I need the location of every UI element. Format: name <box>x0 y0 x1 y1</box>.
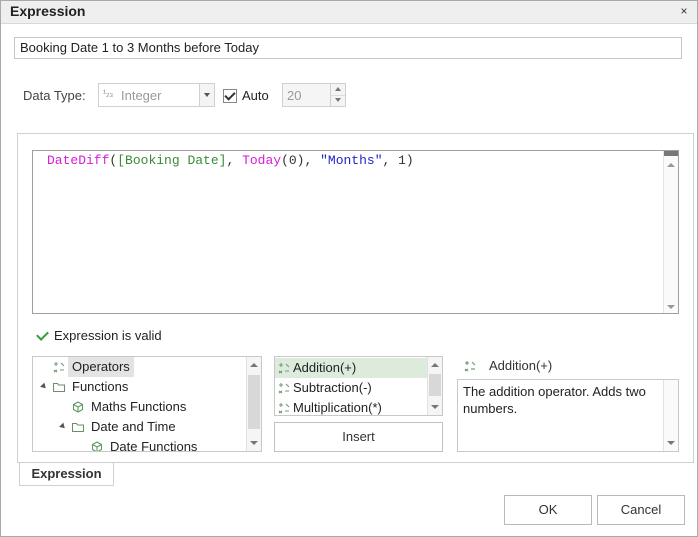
cancel-button[interactable]: Cancel <box>597 495 685 525</box>
tree-item-label: Functions <box>72 379 129 394</box>
cube-icon <box>91 441 103 451</box>
expression-code[interactable]: DateDiff([Booking Date], Today(0), "Mont… <box>47 153 414 168</box>
dialog-title: Expression <box>10 3 86 19</box>
code-token-fn: DateDiff <box>47 153 110 168</box>
code-token-punct: , 1) <box>382 153 414 168</box>
code-token-fn: Today <box>242 153 282 168</box>
code-token-punct: (0), <box>281 153 321 168</box>
stepper-buttons <box>330 84 345 106</box>
operators-icon <box>278 363 290 374</box>
function-category-tree[interactable]: Date Functions Date and Time Maths Functio… <box>32 356 262 452</box>
expression-name-input[interactable]: Booking Date 1 to 3 Months before Today <box>14 37 682 59</box>
description-title-label: Addition(+) <box>489 358 553 373</box>
scrollbar-thumb[interactable] <box>664 151 678 156</box>
scroll-down-icon[interactable] <box>431 405 439 409</box>
tree-item-label: Date Functions <box>110 439 198 452</box>
scroll-down-icon[interactable] <box>667 441 675 445</box>
scroll-up-icon[interactable] <box>250 363 258 367</box>
integer-type-icon: ¹₂₃ <box>103 88 114 98</box>
expression-panel: DateDiff([Booking Date], Today(0), "Mont… <box>17 133 694 463</box>
expand-arrow-icon[interactable] <box>40 382 48 391</box>
tree-item[interactable]: Date Functions <box>33 437 247 452</box>
scroll-up-icon[interactable] <box>667 163 675 167</box>
auto-checkbox[interactable] <box>223 89 237 103</box>
code-token-str: "Months" <box>320 153 383 168</box>
expand-arrow-icon[interactable] <box>59 422 67 431</box>
tab-expression[interactable]: Expression <box>19 463 114 486</box>
editor-scrollbar[interactable] <box>663 151 678 313</box>
operator-list-item[interactable]: Subtraction(-) <box>275 378 428 398</box>
validation-message: Expression is valid <box>54 328 162 343</box>
tree-item[interactable]: Date and Time <box>33 417 247 437</box>
tree-item[interactable]: Operators <box>33 357 247 377</box>
tree-scrollbar[interactable] <box>246 357 261 451</box>
title-bar: Expression × <box>1 1 697 24</box>
stepper-down-icon[interactable] <box>331 95 345 106</box>
scroll-down-icon[interactable] <box>250 441 258 445</box>
operator-list[interactable]: Multiplication(*) Subtraction(-) Addition(… <box>274 356 443 416</box>
operators-icon <box>278 403 290 414</box>
description-text: The addition operator. Adds two numbers. <box>463 384 646 416</box>
tab-strip: Expression <box>17 463 694 487</box>
code-token-field: [Booking Date] <box>117 153 227 168</box>
operator-label: Subtraction(-) <box>293 380 372 395</box>
scrollbar-thumb[interactable] <box>429 374 441 396</box>
description-box: The addition operator. Adds two numbers. <box>457 379 679 452</box>
folder-icon <box>72 422 84 433</box>
description-scrollbar[interactable] <box>663 380 678 451</box>
tree-item-label: Date and Time <box>91 419 176 434</box>
tree-item[interactable]: Maths Functions <box>33 397 247 417</box>
scrollbar-thumb[interactable] <box>248 375 260 429</box>
tree-item-label: Operators <box>68 357 134 377</box>
ok-button[interactable]: OK <box>504 495 592 525</box>
data-type-select[interactable]: ¹₂₃ Integer <box>98 83 215 107</box>
scroll-down-icon[interactable] <box>667 305 675 309</box>
tree-item-label: Maths Functions <box>91 399 187 414</box>
close-icon[interactable]: × <box>677 4 691 18</box>
tree-item[interactable]: Functions <box>33 377 247 397</box>
operators-icon <box>278 383 290 394</box>
auto-label: Auto <box>242 88 269 103</box>
operator-label: Addition(+) <box>293 360 357 375</box>
operators-icon <box>53 362 65 373</box>
scroll-up-icon[interactable] <box>431 363 439 367</box>
list-scrollbar[interactable] <box>427 357 442 415</box>
folder-icon <box>53 382 65 393</box>
cube-icon <box>72 401 84 413</box>
insert-button[interactable]: Insert <box>274 422 443 452</box>
size-stepper[interactable]: 20 <box>282 83 346 107</box>
operator-label: Multiplication(*) <box>293 400 382 415</box>
data-type-label: Data Type: <box>23 88 86 103</box>
data-type-value: Integer <box>121 88 162 103</box>
operator-list-item[interactable]: Addition(+) <box>275 358 428 378</box>
operators-icon <box>464 361 476 372</box>
checkmark-icon <box>36 328 49 341</box>
operator-list-item[interactable]: Multiplication(*) <box>275 398 428 415</box>
expression-dialog: Expression × Booking Date 1 to 3 Months … <box>0 0 698 537</box>
chevron-down-icon[interactable] <box>199 84 214 106</box>
code-token-punct: , <box>226 153 243 168</box>
expression-editor[interactable]: DateDiff([Booking Date], Today(0), "Mont… <box>32 150 679 314</box>
size-value: 20 <box>287 88 302 103</box>
